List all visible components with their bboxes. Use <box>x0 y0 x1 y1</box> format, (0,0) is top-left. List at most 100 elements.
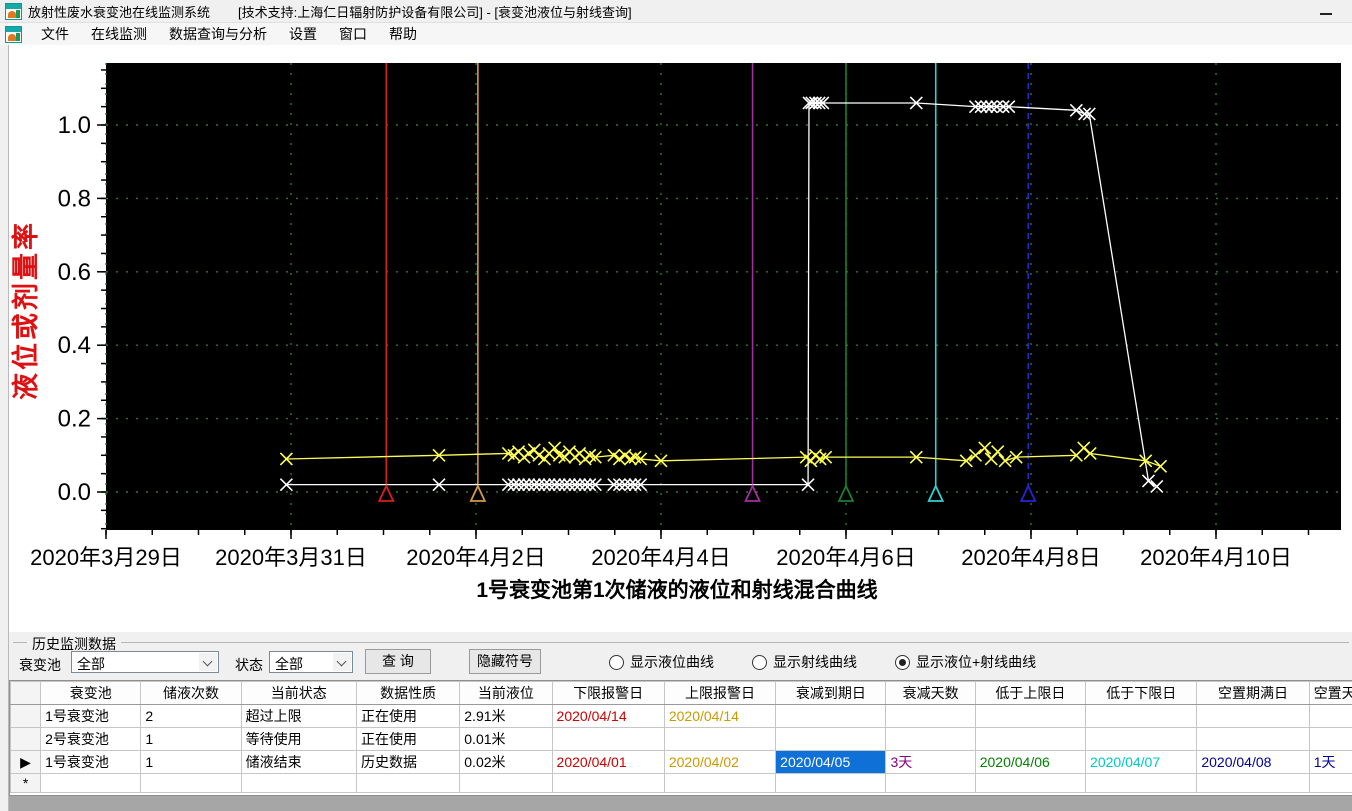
table-cell[interactable] <box>1308 704 1352 728</box>
table-cell[interactable] <box>775 773 887 793</box>
table-cell[interactable] <box>551 773 665 793</box>
table-cell[interactable] <box>885 727 976 751</box>
table-cell[interactable] <box>885 773 976 793</box>
status-filter-select[interactable]: 全部 <box>269 651 353 673</box>
table-cell[interactable]: 等待使用 <box>240 727 357 751</box>
table-cell[interactable]: 3天 <box>885 750 976 774</box>
table-cell[interactable]: 2号衰变池 <box>40 727 142 751</box>
column-header[interactable]: 当前状态 <box>240 681 357 705</box>
radio-circle-icon[interactable] <box>752 654 767 670</box>
status-filter-value: 全部 <box>275 656 303 672</box>
column-header[interactable]: 衰减到期日 <box>775 681 887 705</box>
table-cell[interactable] <box>140 773 242 793</box>
selected-table-cell[interactable]: 2020/04/05 <box>775 750 887 774</box>
table-cell[interactable]: 2020/04/14 <box>551 704 665 728</box>
table-cell[interactable]: 正在使用 <box>355 704 461 728</box>
column-header[interactable]: 空置天数 <box>1308 681 1352 705</box>
table-cell[interactable] <box>355 773 461 793</box>
table-cell[interactable]: 2020/04/07 <box>1085 750 1198 774</box>
table-cell[interactable] <box>1196 773 1310 793</box>
menu-item[interactable]: 设置 <box>278 22 328 46</box>
table-cell[interactable] <box>551 727 665 751</box>
table-cell[interactable]: 2020/04/02 <box>663 750 777 774</box>
row-indicator-cell[interactable]: ▶ <box>10 750 42 774</box>
table-cell[interactable] <box>663 727 777 751</box>
table-cell[interactable] <box>1308 727 1352 751</box>
row-indicator-cell[interactable]: * <box>10 773 42 793</box>
table-cell[interactable]: 1号衰变池 <box>40 704 142 728</box>
table-cell[interactable] <box>459 773 553 793</box>
table-cell[interactable]: 1 <box>140 727 242 751</box>
table-cell[interactable] <box>775 727 887 751</box>
column-header[interactable]: 衰变池 <box>40 681 142 705</box>
curve-display-radio[interactable]: 显示射线曲线 <box>752 652 857 672</box>
table-cell[interactable]: 1天 <box>1308 750 1352 774</box>
table-cell[interactable]: 2020/04/08 <box>1196 750 1310 774</box>
column-header[interactable]: 上限报警日 <box>663 681 777 705</box>
column-header[interactable]: 数据性质 <box>355 681 461 705</box>
chevron-down-icon[interactable] <box>333 653 351 671</box>
svg-text:2020年3月29日: 2020年3月29日 <box>30 545 182 570</box>
column-header[interactable]: 空置期满日 <box>1196 681 1310 705</box>
radio-circle-icon[interactable] <box>895 654 910 670</box>
menu-item[interactable]: 文件 <box>30 22 80 46</box>
table-cell[interactable] <box>1196 704 1310 728</box>
table-cell[interactable]: 历史数据 <box>355 750 461 774</box>
table-cell[interactable] <box>1085 773 1198 793</box>
table-cell[interactable]: 储液结束 <box>240 750 357 774</box>
table-cell[interactable] <box>974 773 1087 793</box>
menu-item[interactable]: 帮助 <box>378 22 428 46</box>
table-cell[interactable] <box>974 704 1087 728</box>
svg-text:2020年4月4日: 2020年4月4日 <box>591 545 730 570</box>
column-header[interactable]: 衰减天数 <box>885 681 976 705</box>
menu-item[interactable]: 数据查询与分析 <box>158 22 278 46</box>
table-cell[interactable]: 2 <box>140 704 242 728</box>
table-row: * <box>10 773 1352 793</box>
column-header[interactable]: 低于下限日 <box>1085 681 1198 705</box>
table-cell[interactable] <box>1085 727 1198 751</box>
query-button[interactable]: 查 询 <box>365 649 431 674</box>
column-header[interactable]: 下限报警日 <box>551 681 665 705</box>
table-cell[interactable]: 0.02米 <box>459 750 553 774</box>
row-indicator-cell[interactable] <box>10 704 42 728</box>
bottom-strip <box>9 796 1352 811</box>
table-cell[interactable]: 2.91米 <box>459 704 553 728</box>
hide-symbols-button[interactable]: 隐藏符号 <box>469 649 541 674</box>
table-cell[interactable] <box>240 773 357 793</box>
table-cell[interactable] <box>1196 727 1310 751</box>
table-cell[interactable] <box>663 773 777 793</box>
table-cell[interactable] <box>885 704 976 728</box>
curve-display-radio[interactable]: 显示液位曲线 <box>609 652 714 672</box>
table-cell[interactable]: 2020/04/06 <box>974 750 1087 774</box>
table-cell[interactable]: 2020/04/14 <box>663 704 777 728</box>
menu-item[interactable]: 窗口 <box>328 22 378 46</box>
radio-circle-icon[interactable] <box>609 654 624 670</box>
table-cell[interactable]: 超过上限 <box>240 704 357 728</box>
svg-text:1.0: 1.0 <box>58 112 91 139</box>
chart-area: 0.0 0.2 0.4 0.6 0.8 1.0 2020年3月29日 2020年3月31日 20… <box>8 45 1352 632</box>
svg-text:2020年4月6日: 2020年4月6日 <box>776 545 915 570</box>
column-header[interactable]: 当前液位 <box>459 681 553 705</box>
table-cell[interactable]: 正在使用 <box>355 727 461 751</box>
table-cell[interactable] <box>1308 773 1352 793</box>
table-cell[interactable] <box>974 727 1087 751</box>
table-cell[interactable]: 2020/04/01 <box>551 750 665 774</box>
table-cell[interactable]: 1 <box>140 750 242 774</box>
curve-display-radio[interactable]: 显示液位+射线曲线 <box>895 652 1036 672</box>
column-header[interactable]: 储液次数 <box>140 681 242 705</box>
menu-item[interactable]: 在线监测 <box>80 22 158 46</box>
table-cell[interactable]: 0.01米 <box>459 727 553 751</box>
row-indicator-header[interactable] <box>10 681 42 705</box>
pool-filter-select[interactable]: 全部 <box>71 651 219 673</box>
table-row: 2号衰变池 1 等待使用 正在使用 0.01米 <box>10 727 1352 751</box>
table-cell[interactable]: 1号衰变池 <box>40 750 142 774</box>
column-header[interactable]: 低于上限日 <box>974 681 1087 705</box>
table-cell[interactable] <box>1085 704 1198 728</box>
chevron-down-icon[interactable] <box>199 653 217 671</box>
row-indicator-cell[interactable] <box>10 727 42 751</box>
minimize-icon[interactable] <box>1318 3 1334 17</box>
app-window: 放射性废水衰变池在线监测系统 [技术支持:上海仁日辐射防护设备有限公司] - [… <box>0 0 1352 811</box>
svg-text:0.4: 0.4 <box>58 332 91 359</box>
table-cell[interactable] <box>40 773 142 793</box>
table-cell[interactable] <box>775 704 887 728</box>
